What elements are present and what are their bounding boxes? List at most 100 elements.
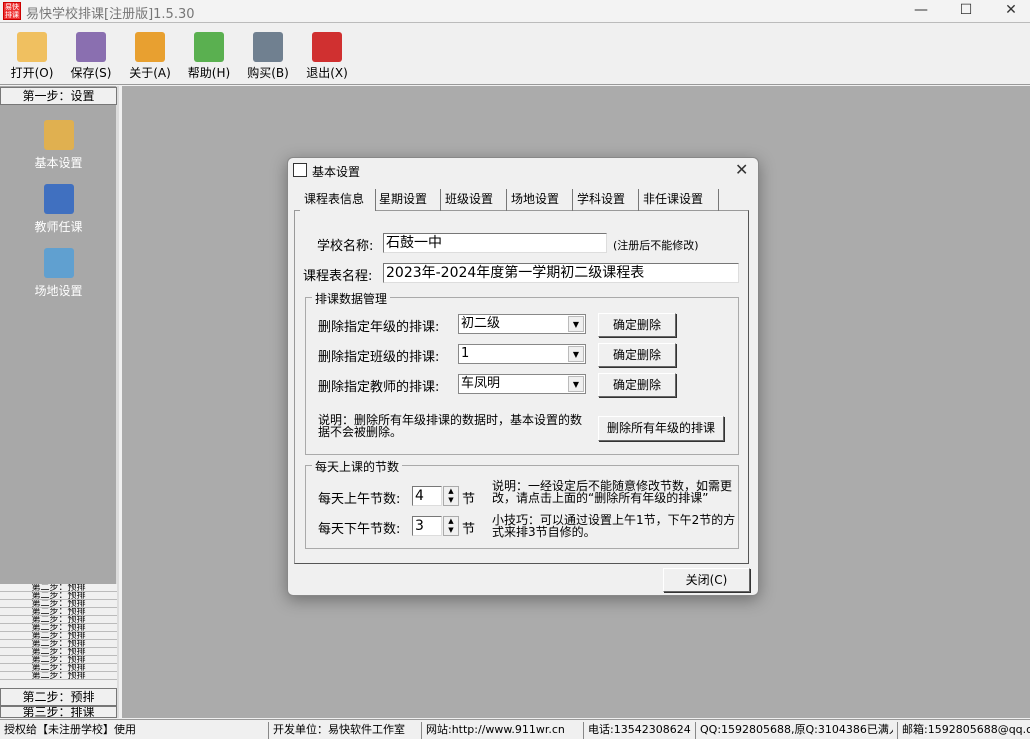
venue-picture-icon xyxy=(43,248,74,278)
status-field-2: 网站:http://www.911wr.cn xyxy=(421,722,579,739)
minimize-button[interactable]: — xyxy=(898,0,944,22)
status-field-3: 电话:13542308624 xyxy=(583,722,691,739)
dialog-title: 基本设置 xyxy=(312,165,361,179)
delete-row-select[interactable]: 1 ▼ xyxy=(458,344,586,364)
delete-note: 说明：删除所有年级排课的数据时，基本设置的数据不会被删除。 xyxy=(318,413,583,439)
window-title: 易快学校排课[注册版]1.5.30 xyxy=(26,7,195,22)
am-periods-input[interactable]: 4 xyxy=(412,486,442,506)
delete-row-select[interactable]: 车凤明 ▼ xyxy=(458,374,586,394)
group-title: 排课数据管理 xyxy=(312,290,391,307)
help-icon xyxy=(194,32,224,62)
toolbar: 打开(O) 保存(S) 关于(A) 帮助(H) 购买(B) 退出(X) xyxy=(0,22,1030,85)
toolbar-button-exit[interactable]: 退出(X) xyxy=(299,29,355,85)
tab-panel: 学校名称: 石鼓一中 (注册后不能修改) 课程表名程: 2023年-2024年度… xyxy=(294,210,749,564)
toolbar-button-home[interactable]: 关于(A) xyxy=(122,29,178,85)
tab-4[interactable]: 学科设置 xyxy=(573,189,639,211)
settings-tools-icon xyxy=(43,120,74,150)
glitch-row: 第二步：预排 xyxy=(0,592,117,600)
sidebar: 第一步：设置 第二步：预排 第二步：预排 第二步：预排 第二步：预排 第二步：预排 第二步… xyxy=(0,86,119,718)
teacher-icon xyxy=(43,184,74,214)
exit-icon xyxy=(312,32,342,62)
school-name-input[interactable]: 石鼓一中 xyxy=(383,233,607,253)
sidebar-item-2[interactable]: 场地设置 xyxy=(0,248,117,299)
glitch-row: 第二步：预排 xyxy=(0,664,117,672)
chevron-down-icon[interactable]: ▼ xyxy=(568,376,584,392)
sidebar-item-label: 教师任课 xyxy=(34,220,83,234)
group-title: 每天上课的节数 xyxy=(312,458,403,475)
dialog-close-icon[interactable]: ✕ xyxy=(735,160,748,179)
tab-0[interactable]: 课程表信息 xyxy=(300,189,376,211)
tab-2[interactable]: 班级设置 xyxy=(441,189,507,211)
chevron-down-icon[interactable]: ▼ xyxy=(568,346,584,362)
status-field-5: 邮箱:1592805688@qq.c xyxy=(897,722,1030,739)
tab-1[interactable]: 星期设置 xyxy=(375,189,441,211)
toolbar-button-open-folder[interactable]: 打开(O) xyxy=(4,29,60,85)
am-periods-spinner[interactable]: ▲ ▼ xyxy=(443,486,459,506)
status-field-0: 授权给【未注册学校】使用 xyxy=(4,723,136,736)
step-list-glitch: 第二步：预排 第二步：预排 第二步：预排 第二步：预排 第二步：预排 第二步：预排 第二步：… xyxy=(0,584,117,688)
periods-tip: 小技巧：可以通过设置上午1节，下午2节的方式来排3节自修的。 xyxy=(492,513,736,539)
sidebar-item-label: 场地设置 xyxy=(34,284,83,298)
am-periods-label: 每天上午节数: xyxy=(318,492,401,507)
glitch-row: 第二步：预排 xyxy=(0,616,117,624)
status-bar: 授权给【未注册学校】使用 开发单位：易快软件工作室 网站:http://www.91… xyxy=(0,719,1030,739)
table-name-input[interactable]: 2023年-2024年度第一学期初二级课程表 xyxy=(383,263,739,283)
delete-row-select[interactable]: 初二级 ▼ xyxy=(458,314,586,334)
glitch-row: 第二步：预排 xyxy=(0,608,117,616)
dialog-close-button[interactable]: 关闭(C) xyxy=(663,568,750,592)
table-name-label: 课程表名程: xyxy=(303,269,373,284)
toolbar-button-label: 帮助(H) xyxy=(187,66,231,80)
delete-row-label: 删除指定班级的排课: xyxy=(318,350,440,365)
delete-all-button[interactable]: 删除所有年级的排课 xyxy=(598,416,724,441)
title-bar: 易快排课 易快学校排课[注册版]1.5.30 — ☐ ✕ xyxy=(0,0,1030,22)
confirm-delete-button[interactable]: 确定删除 xyxy=(598,373,676,397)
status-field-1: 开发单位：易快软件工作室 xyxy=(268,722,418,739)
step1-header[interactable]: 第一步：设置 xyxy=(0,87,117,105)
toolbar-button-label: 关于(A) xyxy=(129,66,171,80)
toolbar-button-label: 购买(B) xyxy=(247,66,289,80)
glitch-row: 第二步：预排 xyxy=(0,600,117,608)
glitch-row: 第二步：预排 xyxy=(0,656,117,664)
glitch-row: 第二步：预排 xyxy=(0,624,117,632)
pm-unit: 节 xyxy=(462,522,476,537)
glitch-row: 第二步：预排 xyxy=(0,648,117,656)
step3-header[interactable]: 第三步：排课 xyxy=(0,706,117,718)
delete-row-label: 删除指定年级的排课: xyxy=(318,320,440,335)
tab-5[interactable]: 非任课设置 xyxy=(639,189,719,211)
am-unit: 节 xyxy=(462,492,476,507)
app-logo-icon: 易快排课 xyxy=(3,2,21,20)
sidebar-item-1[interactable]: 教师任课 xyxy=(0,184,117,235)
tab-3[interactable]: 场地设置 xyxy=(507,189,573,211)
sidebar-item-0[interactable]: 基本设置 xyxy=(0,120,117,171)
confirm-delete-button[interactable]: 确定删除 xyxy=(598,313,676,337)
pm-periods-spinner[interactable]: ▲ ▼ xyxy=(443,516,459,536)
periods-group: 每天上课的节数 每天上午节数: 4 ▲ ▼ 节 每天下午节数: 3 ▲ ▼ 节 说明… xyxy=(305,458,739,549)
glitch-row: 第二步：预排 xyxy=(0,584,117,592)
toolbar-button-label: 退出(X) xyxy=(306,66,348,80)
step2-header[interactable]: 第二步：预排 xyxy=(0,688,117,706)
pm-periods-input[interactable]: 3 xyxy=(412,516,442,536)
glitch-row: 第二步：预排 xyxy=(0,672,117,680)
maximize-button[interactable]: ☐ xyxy=(943,0,989,22)
toolbar-button-save-disk[interactable]: 保存(S) xyxy=(63,29,119,85)
confirm-delete-button[interactable]: 确定删除 xyxy=(598,343,676,367)
users-key-icon xyxy=(253,32,283,62)
toolbar-button-label: 打开(O) xyxy=(10,66,54,80)
school-name-hint: (注册后不能修改) xyxy=(613,239,699,252)
glitch-row: 第二步：预排 xyxy=(0,632,117,640)
toolbar-button-users-key[interactable]: 购买(B) xyxy=(240,29,296,85)
status-field-4: QQ:1592805688,原Q:3104386已满人 xyxy=(695,722,893,739)
toolbar-button-label: 保存(S) xyxy=(70,66,112,80)
open-folder-icon xyxy=(17,32,47,62)
window-close-button[interactable]: ✕ xyxy=(988,0,1030,22)
home-icon xyxy=(135,32,165,62)
chevron-down-icon[interactable]: ▼ xyxy=(568,316,584,332)
toolbar-button-help[interactable]: 帮助(H) xyxy=(181,29,237,85)
basic-settings-dialog: 基本设置 ✕ 学校名称: 石鼓一中 (注册后不能修改) 课程表名程: 2023年… xyxy=(287,157,759,596)
pm-periods-label: 每天下午节数: xyxy=(318,522,401,537)
save-disk-icon xyxy=(76,32,106,62)
glitch-row: 第二步：预排 xyxy=(0,640,117,648)
school-name-label: 学校名称: xyxy=(317,239,374,254)
sidebar-item-label: 基本设置 xyxy=(34,156,83,170)
periods-note: 说明：一经设定后不能随意修改节数，如需更改，请点击上面的“删除所有年级的排课” xyxy=(492,479,733,505)
